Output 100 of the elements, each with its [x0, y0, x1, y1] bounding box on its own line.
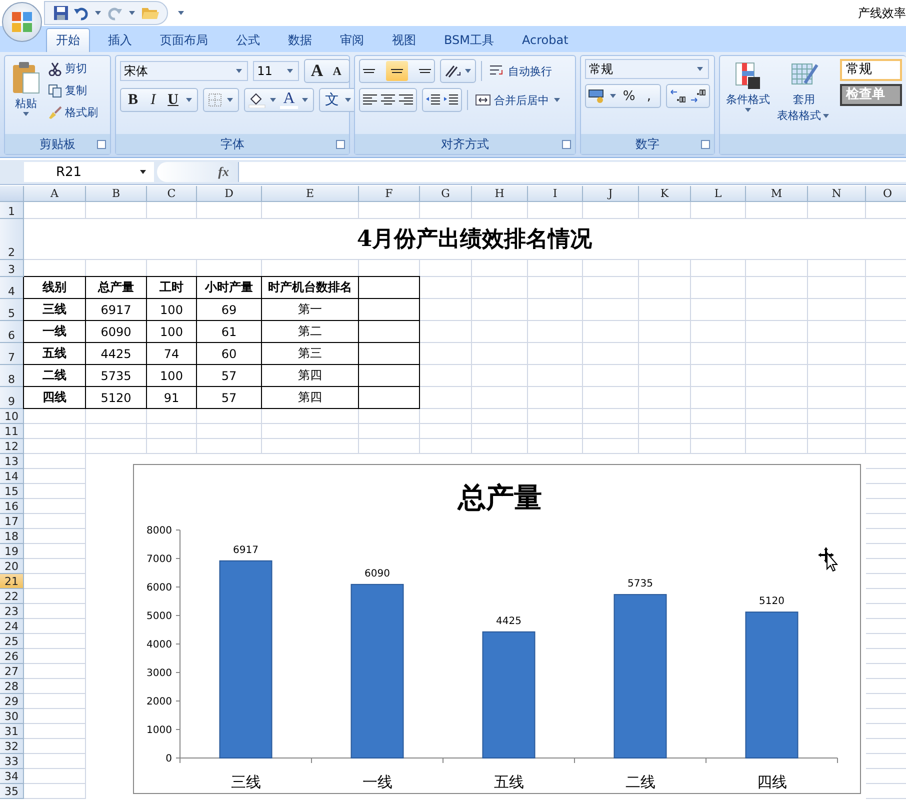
office-button[interactable] — [2, 2, 42, 42]
caret-icon[interactable] — [227, 98, 234, 102]
caret-icon[interactable] — [610, 94, 616, 98]
text-orientation-icon[interactable] — [443, 63, 462, 79]
ribbon-tab[interactable]: 开始 — [46, 28, 90, 52]
row-header[interactable]: 1 — [0, 202, 24, 219]
caret-icon[interactable] — [270, 98, 276, 102]
row-header[interactable]: 13 — [0, 454, 24, 469]
align-center-icon[interactable] — [380, 93, 396, 107]
ribbon-tab[interactable]: 视图 — [382, 28, 426, 52]
column-header[interactable]: J — [583, 186, 639, 202]
row-header[interactable]: 12 — [0, 439, 24, 454]
font-size-field[interactable]: 11 — [253, 61, 300, 81]
row-header[interactable]: 15 — [0, 484, 24, 499]
formula-input[interactable] — [238, 162, 906, 182]
row-header[interactable]: 8 — [0, 365, 24, 387]
grow-font-button[interactable]: A — [308, 61, 326, 81]
ribbon-tab[interactable]: 审阅 — [330, 28, 374, 52]
caret-icon[interactable] — [129, 11, 135, 15]
row-header[interactable]: 34 — [0, 769, 24, 784]
row-header[interactable]: 30 — [0, 709, 24, 724]
currency-icon[interactable] — [588, 88, 606, 104]
row-header[interactable]: 32 — [0, 739, 24, 754]
column-header[interactable]: I — [528, 186, 583, 202]
column-header[interactable]: D — [197, 186, 262, 202]
column-header[interactable]: N — [808, 186, 866, 202]
row-header[interactable]: 9 — [0, 387, 24, 409]
merge-center-button[interactable]: 合并后居中 — [473, 90, 564, 110]
decrease-decimal-icon[interactable] — [689, 88, 707, 104]
italic-button[interactable]: I — [144, 90, 162, 110]
row-header[interactable]: 24 — [0, 619, 24, 634]
column-header[interactable]: K — [639, 186, 691, 202]
dialog-launcher-icon[interactable] — [97, 140, 106, 149]
row-header[interactable]: 11 — [0, 424, 24, 439]
caret-icon[interactable] — [186, 98, 192, 102]
increase-decimal-icon[interactable] — [669, 88, 687, 104]
row-header[interactable]: 33 — [0, 754, 24, 769]
fill-bucket-icon[interactable] — [248, 92, 266, 108]
ribbon-tab[interactable]: 插入 — [98, 28, 142, 52]
caret-icon[interactable] — [302, 98, 308, 102]
chart-area[interactable]: 总产量 0 1000 2000 3000 4000 5000 6000 7000 8000 6917 6090 4425 5735 5120 三线 一线 五线 二线 四线 — [133, 464, 861, 794]
row-header[interactable]: 19 — [0, 544, 24, 559]
row-header[interactable]: 16 — [0, 499, 24, 514]
row-header[interactable]: 28 — [0, 679, 24, 694]
align-right-icon[interactable] — [398, 93, 414, 107]
row-header[interactable]: 29 — [0, 694, 24, 709]
ribbon-tab[interactable]: 数据 — [278, 28, 322, 52]
paste-button[interactable]: 粘贴 — [9, 59, 43, 118]
cut-button[interactable]: 剪切 — [46, 59, 100, 78]
font-color-button[interactable]: A — [280, 91, 298, 109]
row-header[interactable]: 31 — [0, 724, 24, 739]
column-header[interactable]: M — [746, 186, 808, 202]
row-header[interactable]: 4 — [0, 277, 24, 299]
customize-toolbar-icon[interactable] — [178, 11, 184, 15]
caret-icon[interactable] — [95, 11, 101, 15]
column-header[interactable]: F — [359, 186, 420, 202]
shrink-font-button[interactable]: A — [328, 61, 346, 81]
column-header[interactable]: G — [420, 186, 472, 202]
ribbon-tab[interactable]: 页面布局 — [150, 28, 218, 52]
align-left-icon[interactable] — [362, 93, 378, 107]
ribbon-tab[interactable]: Acrobat — [512, 28, 578, 52]
caret-icon[interactable] — [465, 69, 472, 73]
row-header[interactable]: 10 — [0, 409, 24, 424]
row-header[interactable]: 21 — [0, 574, 24, 589]
wrap-text-button[interactable]: 自动换行 — [487, 62, 554, 80]
row-header[interactable]: 27 — [0, 664, 24, 679]
dialog-launcher-icon[interactable] — [701, 140, 710, 149]
row-header[interactable]: 20 — [0, 559, 24, 574]
select-all-corner[interactable] — [0, 186, 24, 202]
vertical-align-button[interactable] — [386, 61, 408, 81]
format-as-table-button[interactable]: 套用 表格格式 — [775, 59, 833, 125]
column-header[interactable]: A — [24, 186, 86, 202]
save-icon[interactable] — [53, 5, 69, 21]
underline-button[interactable]: U — [164, 90, 182, 110]
row-header[interactable]: 17 — [0, 514, 24, 529]
undo-icon[interactable] — [73, 5, 89, 21]
ribbon-tab[interactable]: 公式 — [226, 28, 270, 52]
percent-button[interactable]: % — [620, 86, 638, 106]
font-name-field[interactable]: 宋体 — [120, 61, 248, 81]
bold-button[interactable]: B — [124, 90, 142, 110]
row-header[interactable]: 25 — [0, 634, 24, 649]
row-header[interactable]: 5 — [0, 299, 24, 321]
row-header[interactable]: 26 — [0, 649, 24, 664]
dialog-launcher-icon[interactable] — [562, 140, 571, 149]
borders-icon[interactable] — [207, 92, 224, 108]
conditional-format-button[interactable]: 条件格式 — [724, 59, 772, 114]
column-header[interactable]: E — [262, 186, 359, 202]
format-painter-button[interactable]: 格式刷 — [46, 103, 100, 122]
column-header[interactable]: C — [147, 186, 197, 202]
column-header[interactable]: B — [86, 186, 147, 202]
redo-icon[interactable] — [107, 5, 123, 21]
column-header[interactable]: L — [691, 186, 746, 202]
row-header[interactable]: 23 — [0, 604, 24, 619]
row-header[interactable]: 3 — [0, 260, 24, 277]
column-header[interactable]: O — [866, 186, 906, 202]
row-header[interactable]: 2 — [0, 219, 24, 260]
copy-button[interactable]: 复制 — [46, 81, 100, 100]
row-header[interactable]: 18 — [0, 529, 24, 544]
cell-style-item[interactable]: 常规 — [840, 59, 902, 81]
dialog-launcher-icon[interactable] — [336, 140, 346, 149]
